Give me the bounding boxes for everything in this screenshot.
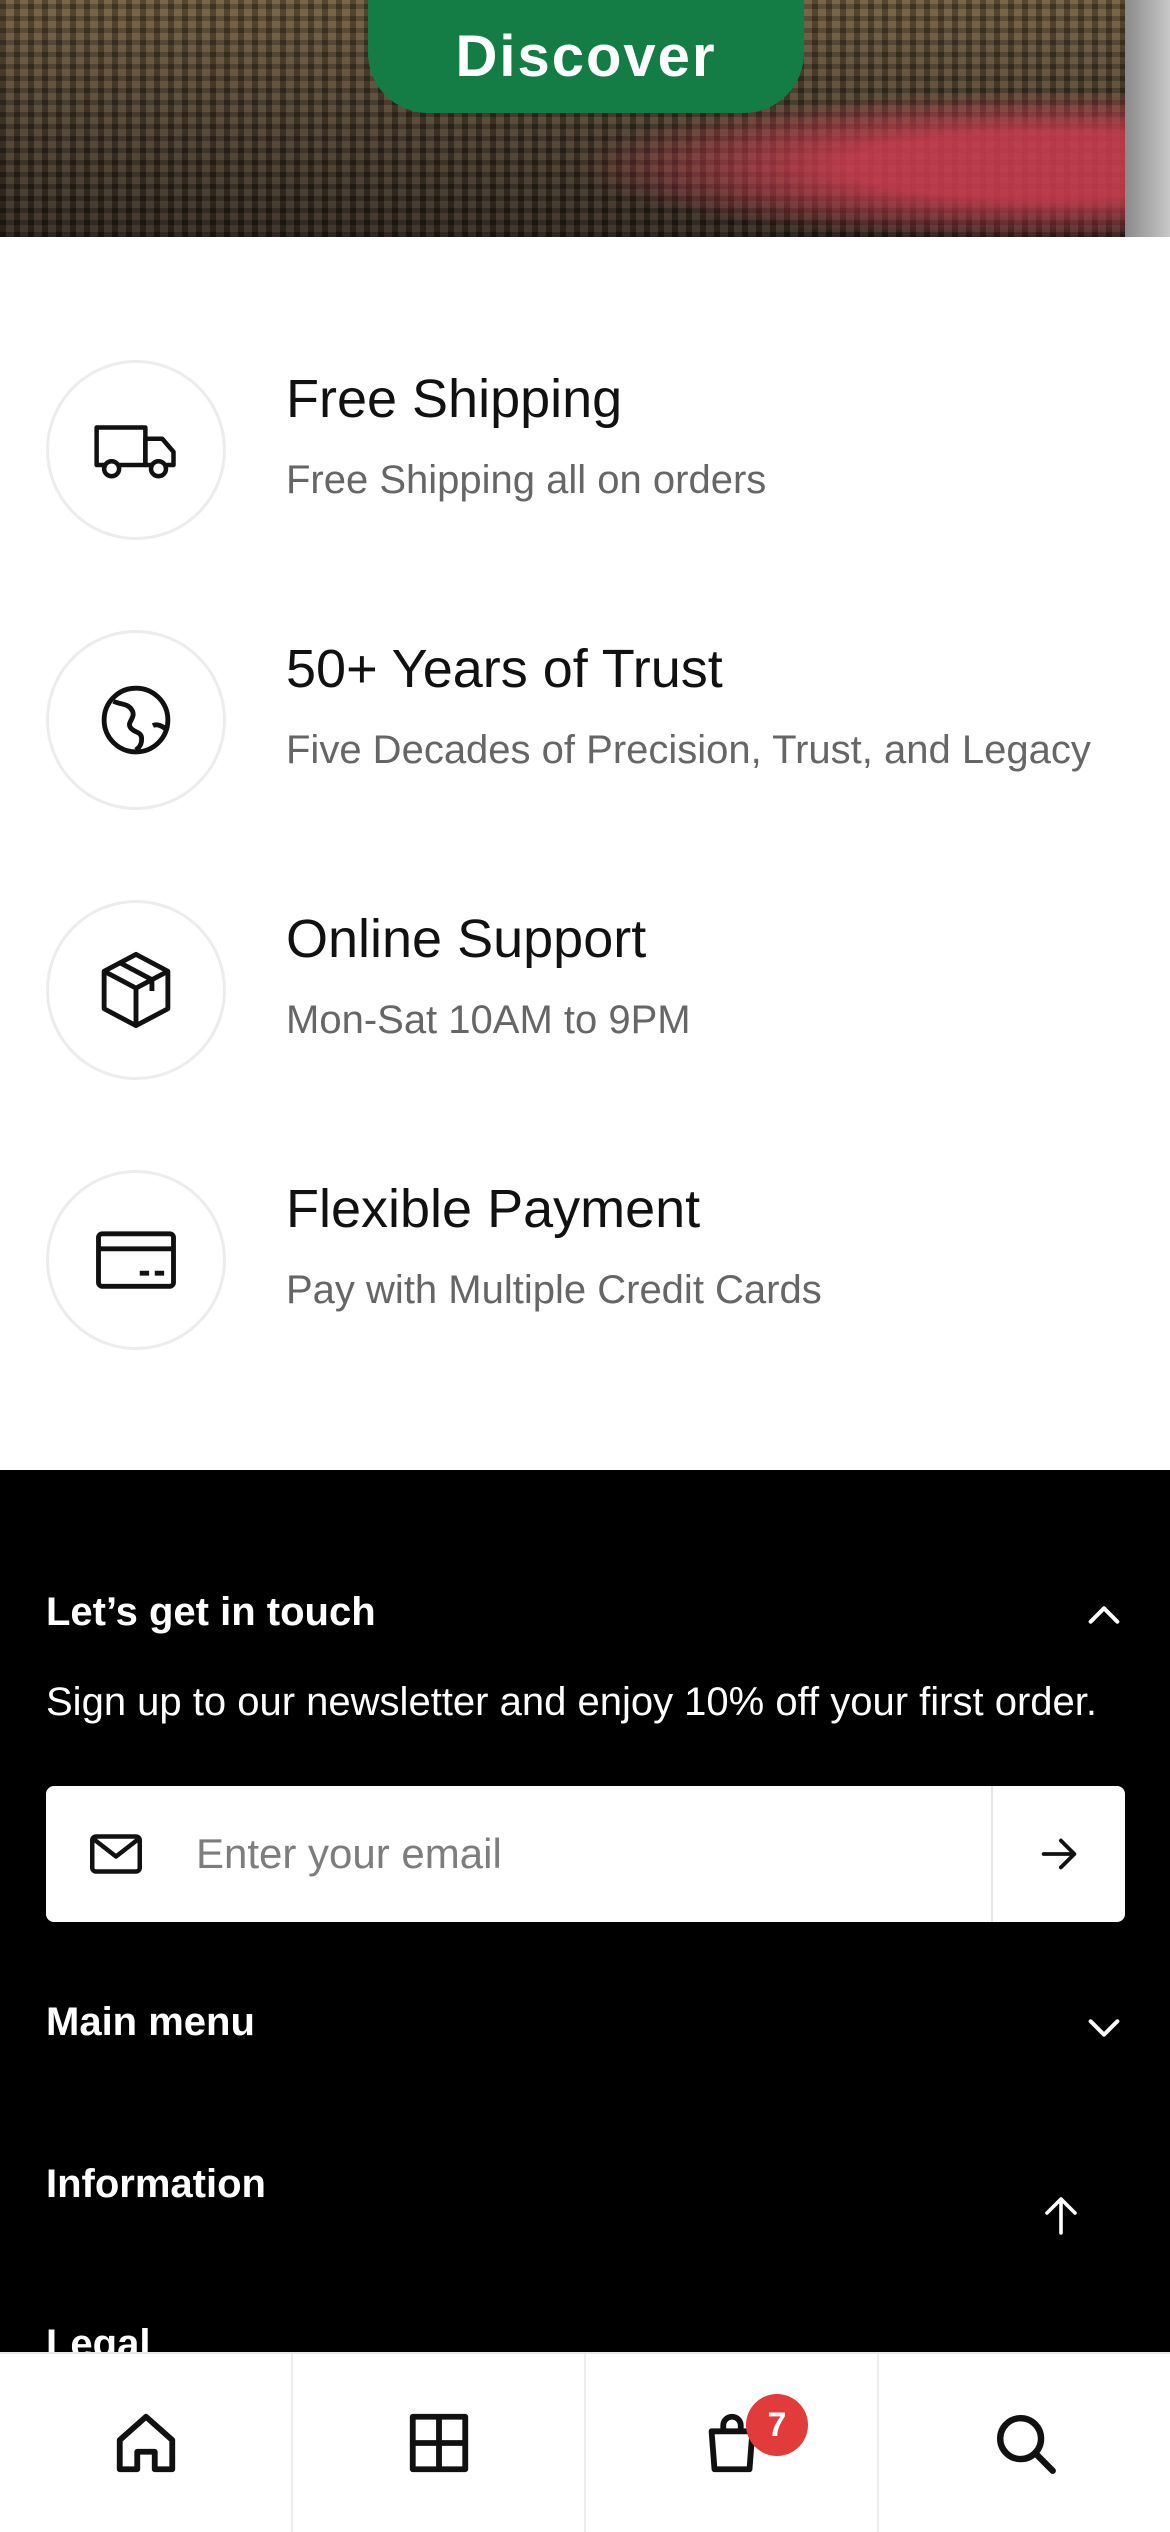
feature-description: Mon-Sat 10AM to 9PM (286, 998, 691, 1042)
feature-description: Five Decades of Precision, Trust, and Le… (286, 728, 1091, 772)
arrow-up-icon (1045, 2197, 1077, 2235)
feature-online-support: Online Support Mon-Sat 10AM to 9PM (46, 900, 1146, 1080)
cart-count-badge: 7 (746, 2394, 808, 2456)
feature-title: Flexible Payment (286, 1179, 701, 1239)
newsletter-form (46, 1786, 1125, 1922)
nav-search[interactable] (877, 2354, 1170, 2532)
bottom-navigation: 7 (0, 2352, 1170, 2532)
home-icon (116, 2413, 175, 2473)
subscribe-button[interactable] (991, 1786, 1125, 1922)
feature-title: 50+ Years of Trust (286, 639, 723, 699)
feature-icon-circle (46, 900, 226, 1080)
nav-catalog[interactable] (291, 2354, 584, 2532)
footer: Let’s get in touch Sign up to our newsle… (0, 1470, 1170, 2352)
touch-heading[interactable]: Let’s get in touch (46, 1590, 376, 1635)
information-heading[interactable]: Information (46, 2162, 266, 2207)
box-icon (101, 951, 171, 1029)
nav-home[interactable] (0, 2354, 291, 2532)
truck-icon (94, 425, 176, 479)
back-to-top-button[interactable] (1022, 2176, 1100, 2254)
arrow-right-icon (1041, 1838, 1077, 1870)
partial-section-heading[interactable]: Legal (46, 2322, 150, 2352)
feature-title: Online Support (286, 909, 647, 969)
feature-title: Free Shipping (286, 369, 623, 429)
feature-icon-circle (46, 1170, 226, 1350)
search-icon (996, 2415, 1056, 2474)
email-input[interactable] (146, 1786, 991, 1922)
feature-flexible-payment: Flexible Payment Pay with Multiple Credi… (46, 1170, 1146, 1350)
nav-cart[interactable]: 7 (584, 2354, 877, 2532)
credit-card-icon (96, 1231, 176, 1289)
globe-icon (101, 685, 171, 755)
features-section: Free Shipping Free Shipping all on order… (0, 237, 1170, 1470)
feature-years-of-trust: 50+ Years of Trust Five Decades of Preci… (46, 630, 1146, 810)
feature-description: Free Shipping all on orders (286, 458, 767, 502)
feature-free-shipping: Free Shipping Free Shipping all on order… (46, 360, 1146, 540)
main-menu-heading[interactable]: Main menu (46, 2000, 255, 2045)
newsletter-text: Sign up to our newsletter and enjoy 10% … (46, 1680, 1097, 1724)
grid-icon (409, 2413, 468, 2473)
feature-icon-circle (46, 630, 226, 810)
hero-banner: Discover (0, 0, 1170, 237)
feature-description: Pay with Multiple Credit Cards (286, 1268, 822, 1312)
scrollbar[interactable] (1125, 0, 1170, 237)
discover-button[interactable]: Discover (368, 0, 804, 113)
feature-icon-circle (46, 360, 226, 540)
chevron-up-icon[interactable] (1084, 1595, 1124, 1635)
chevron-down-icon[interactable] (1084, 2008, 1124, 2048)
mail-icon (90, 1834, 142, 1874)
